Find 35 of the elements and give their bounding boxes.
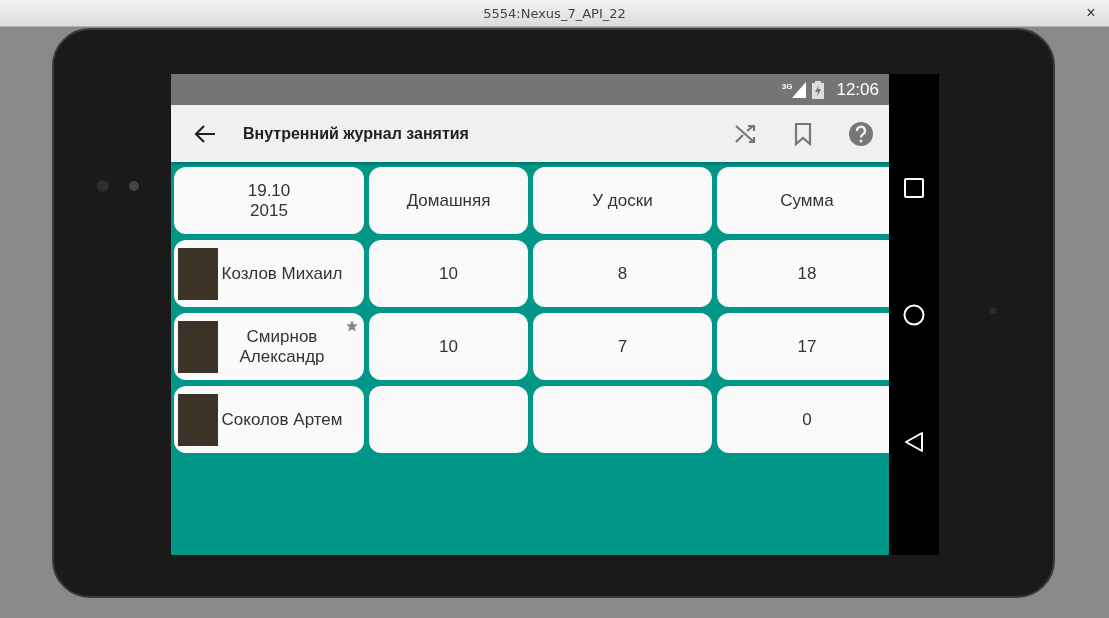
photo-placeholder [178,247,218,300]
date-header: 19.10 2015 [174,167,364,234]
network-label: 3G [781,81,793,91]
overview-button[interactable] [902,175,926,200]
score-cell[interactable]: 7 [533,313,712,380]
photo-placeholder [178,320,218,373]
window-title: 5554:Nexus_7_API_22 [483,5,626,21]
screen-title: Внутренний журнал занятия [243,124,470,143]
student-name: Соколов Артем [220,409,344,430]
student-cell[interactable]: Смирнов Александр [174,313,364,380]
signal-icon [792,81,807,98]
score-cell[interactable]: 8 [533,240,712,307]
help-button[interactable] [847,119,875,148]
score-cell[interactable] [533,386,712,453]
score-cell[interactable] [369,386,528,453]
student-cell[interactable]: Козлов Михаил [174,240,364,307]
score-cell[interactable]: 18 [717,240,889,307]
back-nav-button[interactable] [902,429,926,454]
column-header: Домашняя [369,167,528,234]
score-cell[interactable]: 10 [369,313,528,380]
home-button[interactable] [902,302,926,327]
sensor-dot [129,181,139,191]
student-cell[interactable]: Соколов Артем [174,386,364,453]
score-cell[interactable]: 10 [369,240,528,307]
clock: 12:06 [836,79,879,100]
student-name: Козлов Михаил [220,263,344,284]
photo-placeholder [178,393,218,446]
score-cell[interactable]: 17 [717,313,889,380]
close-button[interactable]: × [1081,3,1101,23]
student-name: Смирнов Александр [238,326,326,367]
column-header: У доски [533,167,712,234]
column-header: Сумма [717,167,889,234]
score-cell[interactable]: 0 [717,386,889,453]
star-icon [345,319,359,333]
battery-icon [812,80,825,99]
